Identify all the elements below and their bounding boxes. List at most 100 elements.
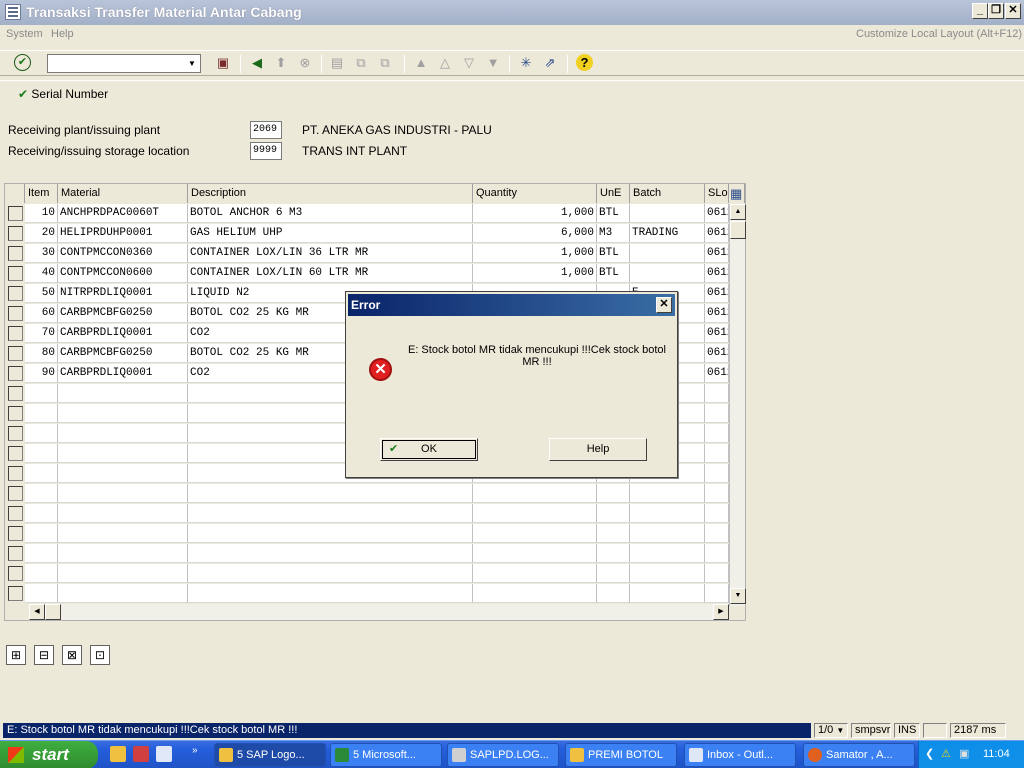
explorer-quicklaunch-icon[interactable] xyxy=(110,746,126,762)
col-material[interactable]: Material xyxy=(58,184,188,203)
row-selector[interactable] xyxy=(8,306,23,321)
cell-material[interactable] xyxy=(58,544,188,563)
col-sloc[interactable]: SLoc xyxy=(705,184,729,203)
col-batch[interactable]: Batch xyxy=(630,184,705,203)
delete-row-icon[interactable]: ⊟ xyxy=(34,645,54,665)
exit-icon[interactable]: ⬆ xyxy=(272,54,290,72)
cell-une[interactable]: M3 xyxy=(597,224,630,243)
cell-sloc[interactable] xyxy=(705,384,729,403)
hscroll-thumb[interactable] xyxy=(45,604,61,620)
enter-icon[interactable]: ✔ xyxy=(14,54,31,71)
cell-sloc[interactable] xyxy=(705,444,729,463)
row-selector[interactable] xyxy=(8,446,23,461)
scroll-left-icon[interactable]: ◀ xyxy=(29,604,45,620)
command-field[interactable]: ▼ xyxy=(47,54,201,73)
cell-sloc[interactable]: 0612 xyxy=(705,304,729,323)
col-description[interactable]: Description xyxy=(188,184,473,203)
insert-row-icon[interactable]: ⊞ xyxy=(6,645,26,665)
customize-layout[interactable]: Customize Local Layout (Alt+F12) xyxy=(856,28,1022,40)
row-selector[interactable] xyxy=(8,266,23,281)
cell-sloc[interactable] xyxy=(705,464,729,483)
cell-material[interactable]: NITRPRDLIQ0001 xyxy=(58,284,188,303)
cell-material[interactable]: CARBPMCBFG0250 xyxy=(58,304,188,323)
cell-material[interactable] xyxy=(58,384,188,403)
clock[interactable]: 11:04 xyxy=(983,741,1010,768)
cell-item[interactable] xyxy=(25,584,58,603)
row-selector[interactable] xyxy=(8,506,23,521)
desktop-quicklaunch-icon[interactable] xyxy=(156,746,172,762)
row-selector[interactable] xyxy=(8,586,23,601)
cell-sloc[interactable] xyxy=(705,504,729,523)
cell-quantity[interactable]: 1,000 xyxy=(473,204,597,223)
table-settings-icon[interactable]: ▦ xyxy=(729,184,745,203)
row-selector[interactable] xyxy=(8,346,23,361)
back-icon[interactable]: ◀ xyxy=(248,54,266,72)
col-quantity[interactable]: Quantity xyxy=(473,184,597,203)
cell-material[interactable] xyxy=(58,584,188,603)
col-item[interactable]: Item xyxy=(25,184,58,203)
help-button[interactable]: Help xyxy=(549,438,647,461)
cell-batch[interactable] xyxy=(630,544,705,563)
cell-description[interactable] xyxy=(188,564,473,583)
cell-item[interactable]: 40 xyxy=(25,264,58,283)
cell-material[interactable] xyxy=(58,524,188,543)
cell-material[interactable] xyxy=(58,484,188,503)
cell-item[interactable] xyxy=(25,444,58,463)
row-selector[interactable] xyxy=(8,286,23,301)
cell-sloc[interactable]: 0612 xyxy=(705,344,729,363)
start-button[interactable]: start xyxy=(0,741,98,768)
cell-quantity[interactable] xyxy=(473,544,597,563)
row-selector[interactable] xyxy=(8,406,23,421)
cell-sloc[interactable] xyxy=(705,524,729,543)
row-selector[interactable] xyxy=(8,206,23,221)
insert-mode[interactable]: INS xyxy=(894,723,920,738)
row-selector[interactable] xyxy=(8,386,23,401)
cell-description[interactable]: CONTAINER LOX/LIN 60 LTR MR xyxy=(188,264,473,283)
task-sap-logon[interactable]: 5 SAP Logo... xyxy=(214,743,326,767)
cell-description[interactable]: GAS HELIUM UHP xyxy=(188,224,473,243)
cell-batch[interactable]: TRADING xyxy=(630,224,705,243)
cancel-icon[interactable]: ⊗ xyxy=(296,54,314,72)
cell-une[interactable]: BTL xyxy=(597,264,630,283)
cell-item[interactable] xyxy=(25,524,58,543)
shortcut-icon[interactable]: ⇗ xyxy=(541,54,559,72)
menu-system[interactable]: System xyxy=(6,28,43,40)
cell-item[interactable]: 50 xyxy=(25,284,58,303)
close-button[interactable]: ✕ xyxy=(1005,3,1021,19)
cell-batch[interactable] xyxy=(630,584,705,603)
cell-material[interactable]: ANCHPRDPAC0060T xyxy=(58,204,188,223)
cell-quantity[interactable]: 6,000 xyxy=(473,224,597,243)
cell-description[interactable] xyxy=(188,524,473,543)
cell-item[interactable] xyxy=(25,424,58,443)
cell-item[interactable] xyxy=(25,564,58,583)
cell-item[interactable]: 70 xyxy=(25,324,58,343)
cell-material[interactable]: CONTPMCCON0600 xyxy=(58,264,188,283)
cell-description[interactable] xyxy=(188,584,473,603)
print-icon[interactable]: ▤ xyxy=(328,54,346,72)
session-indicator[interactable]: 1/0 ▼ xyxy=(814,723,848,738)
cell-une[interactable]: BTL xyxy=(597,244,630,263)
cell-sloc[interactable]: 0612 xyxy=(705,364,729,383)
cell-material[interactable]: CARBPRDLIQ0001 xyxy=(58,364,188,383)
cell-material[interactable] xyxy=(58,564,188,583)
row-selector[interactable] xyxy=(8,566,23,581)
cell-sloc[interactable] xyxy=(705,564,729,583)
cell-description[interactable] xyxy=(188,504,473,523)
first-page-icon[interactable]: ▲ xyxy=(412,54,430,72)
last-page-icon[interactable]: ▼ xyxy=(484,54,502,72)
chevron-left-icon[interactable]: ❮ xyxy=(925,741,934,768)
warning-icon[interactable]: ⚠ xyxy=(941,741,951,768)
cell-item[interactable]: 30 xyxy=(25,244,58,263)
cell-quantity[interactable] xyxy=(473,564,597,583)
deselect-all-icon[interactable]: ⊡ xyxy=(90,645,110,665)
cell-material[interactable] xyxy=(58,504,188,523)
scroll-up-icon[interactable]: ▲ xyxy=(730,204,746,220)
cell-quantity[interactable]: 1,000 xyxy=(473,244,597,263)
cell-material[interactable]: CONTPMCCON0360 xyxy=(58,244,188,263)
cell-batch[interactable] xyxy=(630,204,705,223)
cell-batch[interactable] xyxy=(630,524,705,543)
dialog-close-icon[interactable]: ✕ xyxy=(656,297,672,313)
select-block-icon[interactable]: ⊠ xyxy=(62,645,82,665)
cell-sloc[interactable] xyxy=(705,404,729,423)
find-icon[interactable]: ⧉ xyxy=(352,54,370,72)
